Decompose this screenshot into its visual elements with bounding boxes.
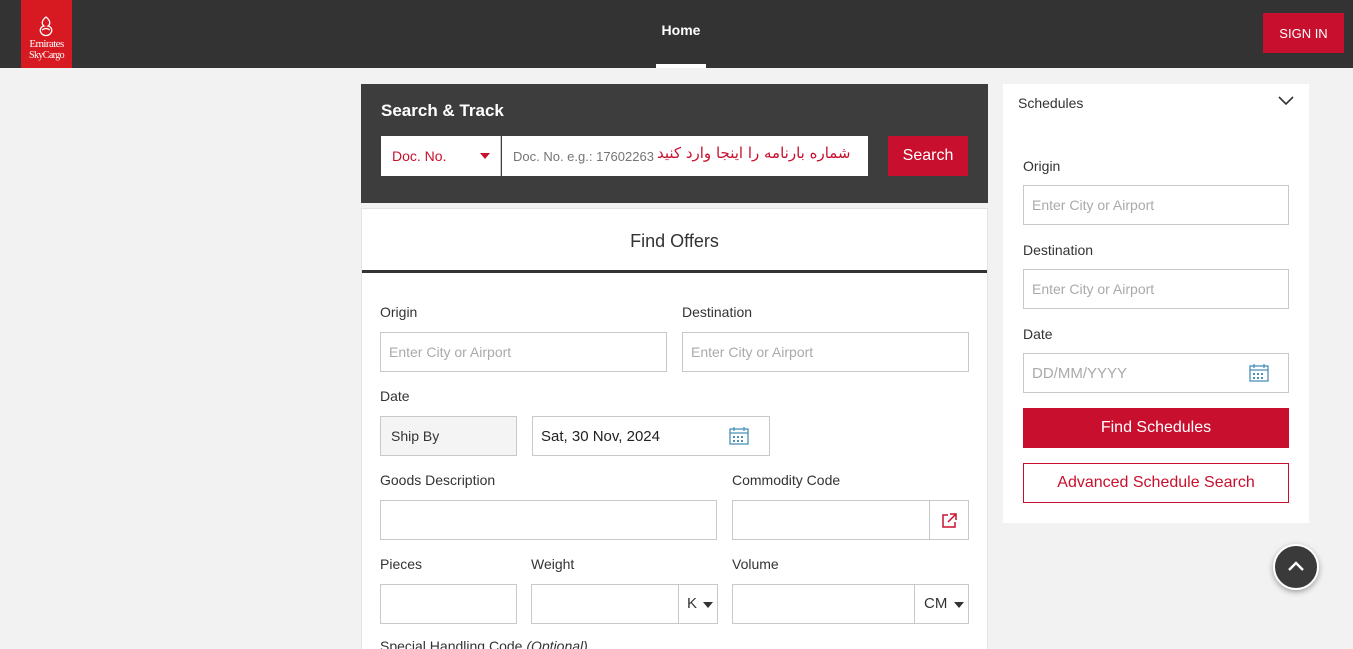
- find-offers-panel: Find Offers Origin Destination Date Ship…: [361, 208, 988, 649]
- commodity-code-input[interactable]: [732, 500, 930, 540]
- weight-label: Weight: [531, 556, 575, 572]
- weight-unit-select[interactable]: K: [678, 584, 718, 624]
- schedules-panel: Schedules Origin Destination Date Find S…: [1003, 84, 1309, 523]
- doc-type-select[interactable]: Doc. No.: [381, 136, 501, 176]
- arrow-up-icon: [1288, 561, 1304, 571]
- schedules-title[interactable]: Schedules: [1018, 95, 1083, 111]
- back-to-top-button[interactable]: [1273, 544, 1319, 590]
- goods-description-label: Goods Description: [380, 472, 496, 488]
- scrollbar-track[interactable]: [1345, 68, 1353, 649]
- offer-date-field[interactable]: Sat, 30 Nov, 2024: [532, 416, 770, 456]
- calendar-icon[interactable]: [729, 427, 749, 445]
- emirates-emblem-icon: [39, 16, 53, 37]
- destination-input[interactable]: [682, 332, 969, 372]
- nav-active-indicator: [656, 64, 706, 68]
- caret-down-icon: [954, 602, 964, 608]
- doc-type-value: Doc. No.: [392, 148, 447, 164]
- schedule-date-label: Date: [1023, 326, 1053, 342]
- schedule-destination-input[interactable]: [1023, 269, 1289, 309]
- emirates-skycargo-logo[interactable]: Emirates SkyCargo: [21, 0, 72, 68]
- top-navigation-bar: Emirates SkyCargo Home SIGN IN: [0, 0, 1353, 68]
- special-handling-text: Special Handling Code: [380, 638, 523, 649]
- commodity-code-label: Commodity Code: [732, 472, 841, 488]
- logo-text-emirates: Emirates: [29, 38, 64, 50]
- sign-in-button[interactable]: SIGN IN: [1263, 13, 1344, 53]
- nav-home-link[interactable]: Home: [656, 22, 706, 38]
- doc-number-typed-text: شماره بارنامه را اینجا وارد کنید: [657, 144, 851, 162]
- caret-down-icon: [480, 153, 490, 159]
- pieces-label: Pieces: [380, 556, 423, 572]
- track-search-button[interactable]: Search: [888, 136, 968, 176]
- date-label: Date: [380, 388, 410, 404]
- offer-date-value: Sat, 30 Nov, 2024: [541, 428, 660, 445]
- weight-unit-value: K: [687, 595, 698, 612]
- optional-text: (Optional): [526, 638, 588, 649]
- schedule-origin-label: Origin: [1023, 158, 1061, 174]
- advanced-schedule-search-button[interactable]: Advanced Schedule Search: [1023, 463, 1289, 503]
- volume-label: Volume: [732, 556, 779, 572]
- special-handling-label: Special Handling Code (Optional): [380, 638, 588, 649]
- origin-input[interactable]: [380, 332, 667, 372]
- origin-label: Origin: [380, 304, 418, 320]
- commodity-lookup-button[interactable]: [929, 500, 969, 540]
- find-schedules-button[interactable]: Find Schedules: [1023, 408, 1289, 448]
- schedule-origin-input[interactable]: [1023, 185, 1289, 225]
- volume-unit-value: CM: [924, 595, 948, 612]
- external-link-icon: [942, 513, 957, 528]
- destination-label: Destination: [682, 304, 753, 320]
- goods-description-input[interactable]: [380, 500, 717, 540]
- ship-by-select[interactable]: Ship By: [380, 416, 517, 456]
- volume-unit-select[interactable]: CM: [914, 584, 969, 624]
- pieces-input[interactable]: [380, 584, 517, 624]
- tab-find-offers[interactable]: Find Offers: [362, 209, 987, 273]
- schedule-destination-label: Destination: [1023, 242, 1094, 258]
- search-track-title: Search & Track: [381, 101, 504, 120]
- caret-down-icon: [703, 602, 713, 608]
- chevron-down-icon[interactable]: [1278, 96, 1294, 106]
- calendar-icon[interactable]: [1249, 364, 1269, 382]
- logo-text-skycargo: SkyCargo: [28, 50, 65, 61]
- search-track-panel: Search & Track Doc. No. شماره بارنامه را…: [361, 84, 988, 203]
